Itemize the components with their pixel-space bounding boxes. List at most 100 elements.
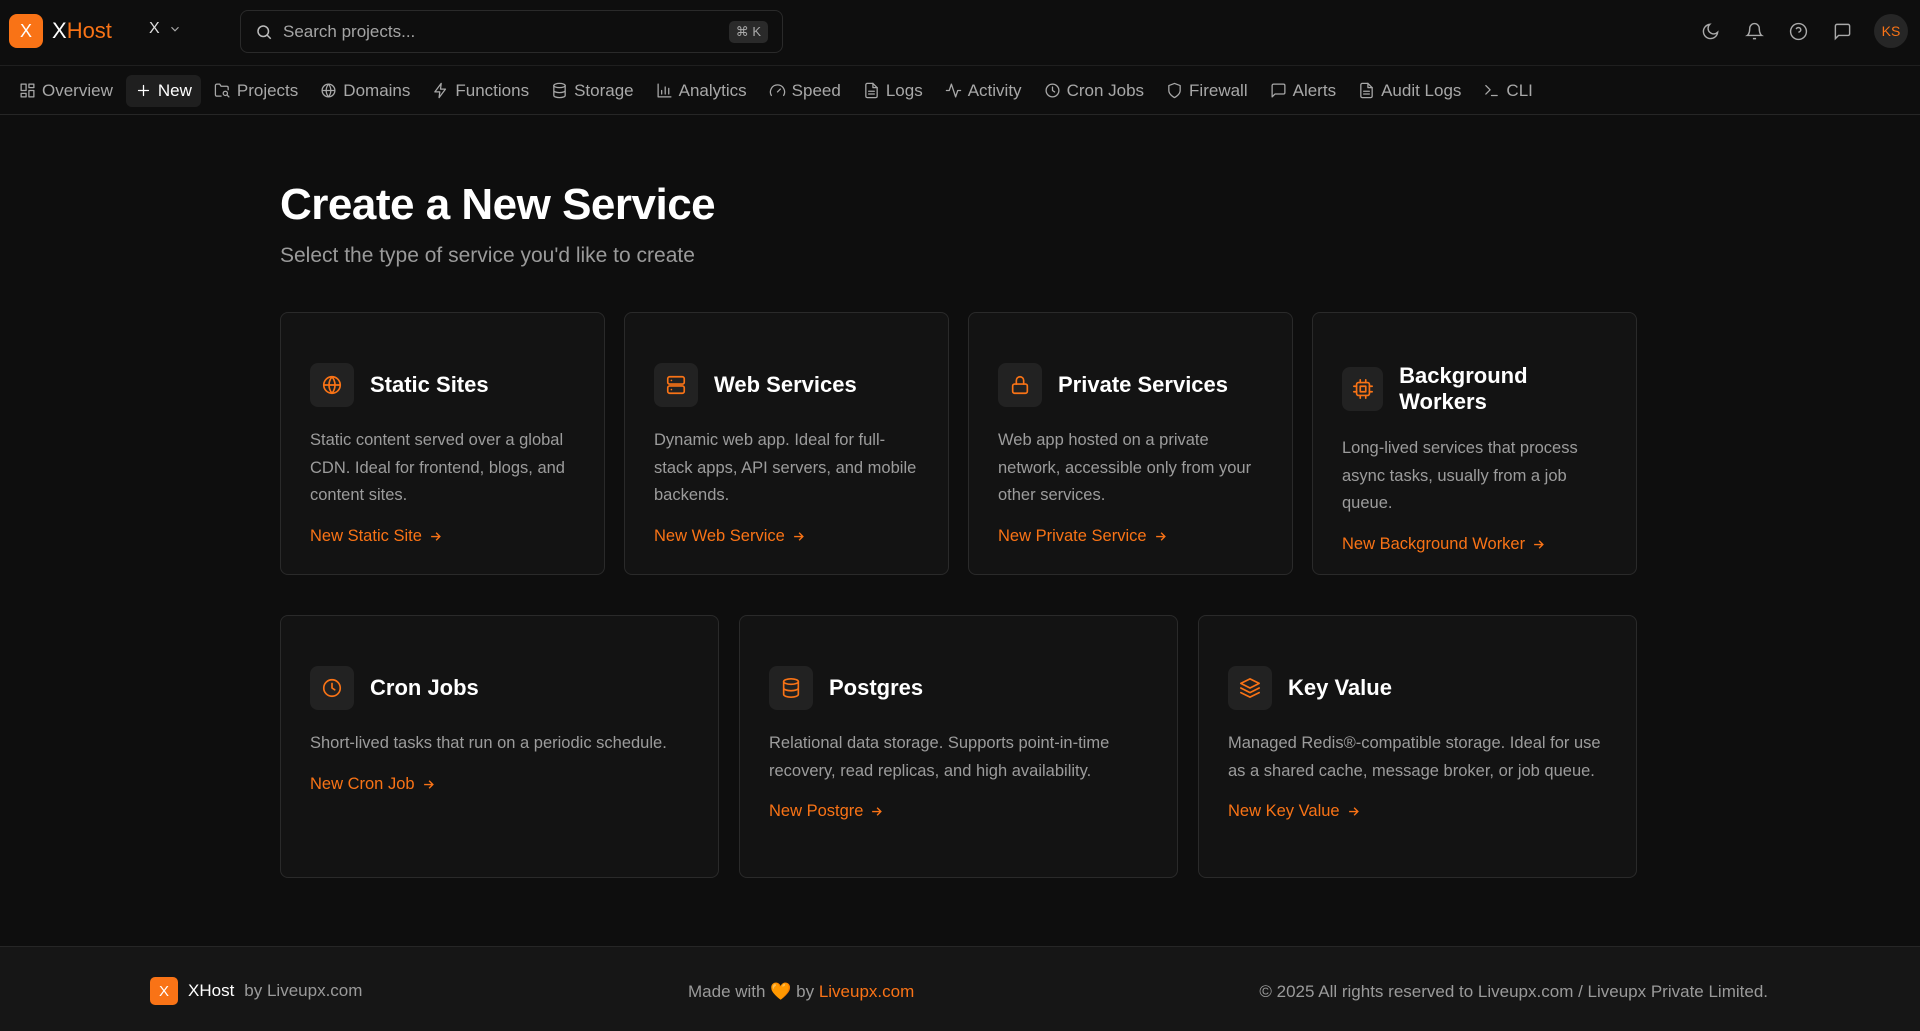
search-input[interactable] <box>283 22 719 42</box>
nav-label: Functions <box>455 81 529 101</box>
nav-item-logs[interactable]: Logs <box>854 75 932 107</box>
service-card-private-services[interactable]: Private Services Web app hosted on a pri… <box>968 312 1293 575</box>
card-link-label: New Cron Job <box>310 775 415 794</box>
bell-icon[interactable] <box>1742 19 1766 43</box>
folder-search-icon <box>214 82 231 99</box>
made-with-text: Made with <box>688 982 765 1001</box>
gauge-icon <box>769 82 786 99</box>
arrow-right-icon <box>1531 537 1546 552</box>
nav-label: Audit Logs <box>1381 81 1461 101</box>
help-icon[interactable] <box>1786 19 1810 43</box>
nav-item-storage[interactable]: Storage <box>542 75 643 107</box>
service-card-web-services[interactable]: Web Services Dynamic web app. Ideal for … <box>624 312 949 575</box>
top-bar: X XHost X ⌘ K KS <box>0 0 1920 66</box>
zap-icon <box>432 82 449 99</box>
service-card-background-workers[interactable]: Background Workers Long-lived services t… <box>1312 312 1637 575</box>
nav-item-alerts[interactable]: Alerts <box>1261 75 1345 107</box>
logo[interactable]: X <box>9 14 43 48</box>
nav-label: Projects <box>237 81 298 101</box>
nav-label: Storage <box>574 81 634 101</box>
card-link-label: New Private Service <box>998 527 1147 546</box>
heart-icon: 🧡 <box>770 982 791 1001</box>
copyright: © 2025 All rights reserved to Liveupx.co… <box>1259 982 1768 1002</box>
service-card-key-value[interactable]: Key Value Managed Redis®-compatible stor… <box>1198 615 1637 878</box>
globe-icon <box>310 363 354 407</box>
search-box[interactable]: ⌘ K <box>240 10 783 53</box>
brand-host: Host <box>67 18 112 43</box>
nav-label: Speed <box>792 81 841 101</box>
card-description: Short-lived tasks that run on a periodic… <box>310 730 689 758</box>
card-link[interactable]: New Static Site <box>310 527 443 546</box>
lock-icon <box>998 363 1042 407</box>
project-name: X <box>149 20 160 38</box>
brand-x: X <box>52 18 67 43</box>
footer-logo: X <box>150 977 178 1005</box>
nav-item-domains[interactable]: Domains <box>311 75 419 107</box>
card-description: Dynamic web app. Ideal for full-stack ap… <box>654 427 919 510</box>
arrow-right-icon <box>428 529 443 544</box>
arrow-right-icon <box>421 777 436 792</box>
activity-icon <box>945 82 962 99</box>
card-link[interactable]: New Cron Job <box>310 775 436 794</box>
project-selector[interactable]: X <box>149 20 182 38</box>
nav-item-firewall[interactable]: Firewall <box>1157 75 1257 107</box>
nav-item-speed[interactable]: Speed <box>760 75 850 107</box>
brand-name[interactable]: XHost <box>52 18 112 44</box>
card-link[interactable]: New Key Value <box>1228 802 1361 821</box>
card-link[interactable]: New Background Worker <box>1342 535 1546 554</box>
main-nav: Overview New Projects Domains Functions Stora… <box>0 67 1920 115</box>
nav-label: Overview <box>42 81 113 101</box>
service-card-cron-jobs[interactable]: Cron Jobs Short-lived tasks that run on … <box>280 615 719 878</box>
card-title: Static Sites <box>370 372 489 398</box>
nav-label: Logs <box>886 81 923 101</box>
globe-icon <box>320 82 337 99</box>
nav-item-overview[interactable]: Overview <box>10 75 122 107</box>
arrow-right-icon <box>1153 529 1168 544</box>
message-square-icon <box>1270 82 1287 99</box>
database-icon <box>769 666 813 710</box>
card-link-label: New Web Service <box>654 527 785 546</box>
card-link-label: New Key Value <box>1228 802 1340 821</box>
card-title: Postgres <box>829 675 923 701</box>
chevron-down-icon <box>168 22 182 36</box>
nav-item-activity[interactable]: Activity <box>936 75 1031 107</box>
file-text-icon <box>1358 82 1375 99</box>
avatar[interactable]: KS <box>1874 14 1908 48</box>
service-card-postgres[interactable]: Postgres Relational data storage. Suppor… <box>739 615 1178 878</box>
nav-label: CLI <box>1506 81 1532 101</box>
liveupx-link[interactable]: Liveupx.com <box>819 982 914 1001</box>
nav-item-cli[interactable]: CLI <box>1474 75 1541 107</box>
nav-label: Firewall <box>1189 81 1248 101</box>
nav-label: New <box>158 81 192 101</box>
card-link-label: New Postgre <box>769 802 863 821</box>
nav-item-cron-jobs[interactable]: Cron Jobs <box>1035 75 1153 107</box>
card-link-label: New Background Worker <box>1342 535 1525 554</box>
page-title: Create a New Service <box>280 180 715 230</box>
card-link[interactable]: New Web Service <box>654 527 806 546</box>
nav-item-new[interactable]: New <box>126 75 201 107</box>
footer-made-with: Made with 🧡 by Liveupx.com <box>688 982 914 1002</box>
moon-icon[interactable] <box>1698 19 1722 43</box>
nav-item-analytics[interactable]: Analytics <box>647 75 756 107</box>
footer-brand: X XHost by Liveupx.com <box>150 977 362 1005</box>
database-icon <box>551 82 568 99</box>
bar-chart-icon <box>656 82 673 99</box>
card-title: Background Workers <box>1399 363 1607 415</box>
card-description: Relational data storage. Supports point-… <box>769 730 1148 785</box>
server-icon <box>654 363 698 407</box>
nav-item-audit-logs[interactable]: Audit Logs <box>1349 75 1470 107</box>
card-link[interactable]: New Postgre <box>769 802 884 821</box>
card-description: Web app hosted on a private network, acc… <box>998 427 1263 510</box>
clock-icon <box>310 666 354 710</box>
card-link[interactable]: New Private Service <box>998 527 1168 546</box>
card-title: Key Value <box>1288 675 1392 701</box>
service-card-static-sites[interactable]: Static Sites Static content served over … <box>280 312 605 575</box>
message-icon[interactable] <box>1830 19 1854 43</box>
shield-icon <box>1166 82 1183 99</box>
page-subtitle: Select the type of service you'd like to… <box>280 244 695 268</box>
footer: X XHost by Liveupx.com Made with 🧡 by Li… <box>0 946 1920 1031</box>
nav-label: Analytics <box>679 81 747 101</box>
grid-icon <box>19 82 36 99</box>
nav-item-functions[interactable]: Functions <box>423 75 538 107</box>
nav-item-projects[interactable]: Projects <box>205 75 307 107</box>
